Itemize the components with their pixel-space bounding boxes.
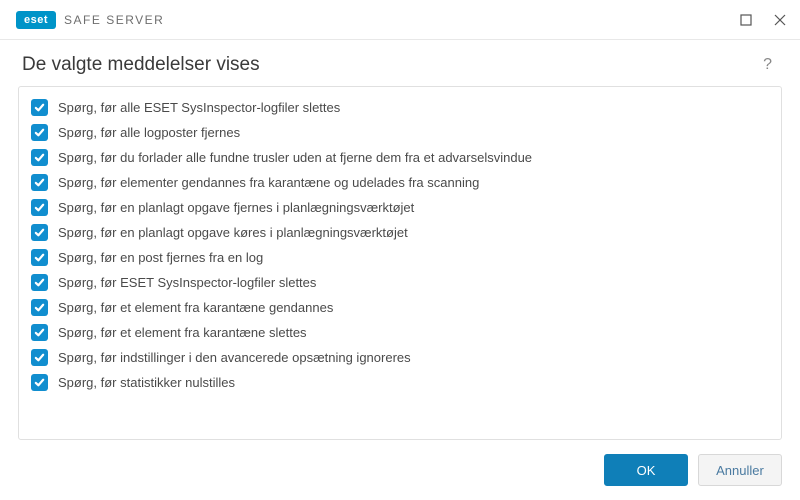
checkbox[interactable] bbox=[31, 149, 48, 166]
titlebar: eset SAFE SERVER bbox=[0, 0, 800, 40]
square-icon bbox=[740, 14, 752, 26]
check-icon bbox=[34, 377, 45, 388]
list-item-label: Spørg, før en post fjernes fra en log bbox=[58, 250, 263, 265]
list-item: Spørg, før et element fra karantæne slet… bbox=[29, 320, 771, 345]
list-item: Spørg, før en planlagt opgave køres i pl… bbox=[29, 220, 771, 245]
check-icon bbox=[34, 277, 45, 288]
checkbox[interactable] bbox=[31, 124, 48, 141]
list-item-label: Spørg, før statistikker nulstilles bbox=[58, 375, 235, 390]
check-icon bbox=[34, 152, 45, 163]
list-item: Spørg, før ESET SysInspector-logfiler sl… bbox=[29, 270, 771, 295]
checkbox[interactable] bbox=[31, 299, 48, 316]
list-item: Spørg, før en planlagt opgave fjernes i … bbox=[29, 195, 771, 220]
help-button[interactable]: ? bbox=[757, 54, 778, 76]
list-item-label: Spørg, før indstillinger i den avancered… bbox=[58, 350, 411, 365]
list-box: Spørg, før alle ESET SysInspector-logfil… bbox=[18, 86, 782, 440]
list-item: Spørg, før et element fra karantæne gend… bbox=[29, 295, 771, 320]
check-icon bbox=[34, 252, 45, 263]
list-item: Spørg, før alle ESET SysInspector-logfil… bbox=[29, 95, 771, 120]
window-controls bbox=[738, 12, 788, 28]
checkbox[interactable] bbox=[31, 374, 48, 391]
check-icon bbox=[34, 227, 45, 238]
check-icon bbox=[34, 327, 45, 338]
cancel-button[interactable]: Annuller bbox=[698, 454, 782, 486]
list-container: Spørg, før alle ESET SysInspector-logfil… bbox=[0, 86, 800, 440]
check-icon bbox=[34, 127, 45, 138]
check-icon bbox=[34, 102, 45, 113]
brand-logo: eset bbox=[16, 11, 56, 29]
list-item-label: Spørg, før elementer gendannes fra karan… bbox=[58, 175, 479, 190]
checkbox[interactable] bbox=[31, 249, 48, 266]
close-icon bbox=[774, 14, 786, 26]
checkbox[interactable] bbox=[31, 274, 48, 291]
close-button[interactable] bbox=[772, 12, 788, 28]
list-item: Spørg, før indstillinger i den avancered… bbox=[29, 345, 771, 370]
check-icon bbox=[34, 302, 45, 313]
minimize-button[interactable] bbox=[738, 12, 754, 28]
checkbox[interactable] bbox=[31, 199, 48, 216]
list-item: Spørg, før en post fjernes fra en log bbox=[29, 245, 771, 270]
brand-product: SAFE SERVER bbox=[64, 13, 164, 27]
checkbox[interactable] bbox=[31, 324, 48, 341]
check-icon bbox=[34, 177, 45, 188]
dialog-header: De valgte meddelelser vises ? bbox=[0, 40, 800, 86]
list-item-label: Spørg, før alle logposter fjernes bbox=[58, 125, 240, 140]
list-item-label: Spørg, før du forlader alle fundne trusl… bbox=[58, 150, 532, 165]
list-item-label: Spørg, før en planlagt opgave fjernes i … bbox=[58, 200, 414, 215]
list-item: Spørg, før alle logposter fjernes bbox=[29, 120, 771, 145]
checkbox[interactable] bbox=[31, 174, 48, 191]
page-title: De valgte meddelelser vises bbox=[22, 54, 260, 76]
list-item: Spørg, før du forlader alle fundne trusl… bbox=[29, 145, 771, 170]
list-item-label: Spørg, før et element fra karantæne gend… bbox=[58, 300, 333, 315]
checkbox[interactable] bbox=[31, 349, 48, 366]
list-item-label: Spørg, før alle ESET SysInspector-logfil… bbox=[58, 100, 340, 115]
list-item-label: Spørg, før en planlagt opgave køres i pl… bbox=[58, 225, 408, 240]
checkbox[interactable] bbox=[31, 99, 48, 116]
checkbox[interactable] bbox=[31, 224, 48, 241]
list-scroll[interactable]: Spørg, før alle ESET SysInspector-logfil… bbox=[19, 87, 781, 439]
check-icon bbox=[34, 352, 45, 363]
list-item: Spørg, før statistikker nulstilles bbox=[29, 370, 771, 395]
list-item-label: Spørg, før et element fra karantæne slet… bbox=[58, 325, 307, 340]
check-icon bbox=[34, 202, 45, 213]
list-item-label: Spørg, før ESET SysInspector-logfiler sl… bbox=[58, 275, 316, 290]
dialog-footer: OK Annuller bbox=[0, 440, 800, 500]
ok-button[interactable]: OK bbox=[604, 454, 688, 486]
brand: eset SAFE SERVER bbox=[16, 11, 164, 29]
list-item: Spørg, før elementer gendannes fra karan… bbox=[29, 170, 771, 195]
dialog-window: eset SAFE SERVER De valgte meddelelser v… bbox=[0, 0, 800, 500]
